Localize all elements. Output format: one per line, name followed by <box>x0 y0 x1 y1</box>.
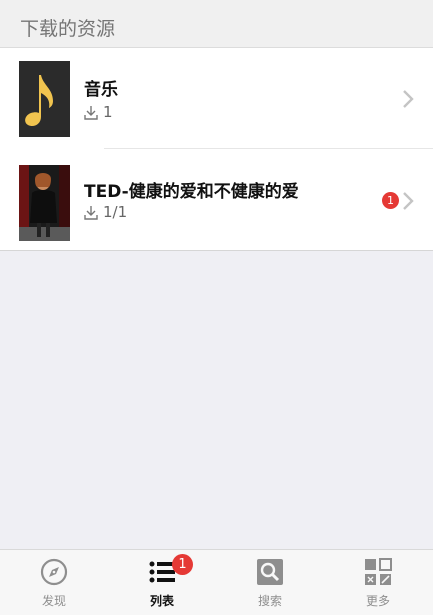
tab-label: 列表 <box>149 594 174 608</box>
tab-search[interactable]: 搜索 <box>216 550 324 615</box>
chevron-right-icon <box>403 90 414 108</box>
chevron-right-icon <box>403 192 414 210</box>
tab-badge: 1 <box>172 554 193 575</box>
list-item-music[interactable]: 音乐 1 <box>0 48 433 150</box>
tab-bar: 发现 1 列表 搜索 更多 <box>0 549 433 615</box>
tab-list[interactable]: 1 列表 <box>108 550 216 615</box>
section-header: 下载的资源 <box>0 0 433 48</box>
list-item-ted[interactable]: TED-健康的爱和不健康的爱 1/1 1 <box>0 150 433 252</box>
download-count-value: 1/1 <box>103 203 128 221</box>
row-title: 音乐 <box>84 80 118 100</box>
music-thumbnail <box>19 61 70 137</box>
speaker-image <box>19 165 70 241</box>
row-title: TED-健康的爱和不健康的爱 <box>84 182 299 202</box>
section-title: 下载的资源 <box>20 18 116 40</box>
row-divider <box>104 148 433 149</box>
video-thumbnail <box>19 165 70 241</box>
search-icon <box>257 559 283 585</box>
download-count: 1 <box>84 103 113 121</box>
tab-label: 搜索 <box>257 594 282 608</box>
tab-label: 更多 <box>365 594 390 608</box>
download-icon <box>84 205 98 220</box>
music-note-icon <box>25 75 53 127</box>
compass-icon <box>40 558 68 586</box>
downloads-list: 音乐 1 TED-健康的爱和不健康的爱 1/1 1 <box>0 48 433 251</box>
tab-label: 发现 <box>41 594 66 608</box>
grid-more-icon <box>365 558 392 585</box>
download-count-value: 1 <box>103 103 113 121</box>
download-count: 1/1 <box>84 203 127 221</box>
unread-badge: 1 <box>382 192 399 209</box>
download-icon <box>84 105 98 120</box>
tab-discover[interactable]: 发现 <box>0 550 108 615</box>
tab-more[interactable]: 更多 <box>324 550 432 615</box>
